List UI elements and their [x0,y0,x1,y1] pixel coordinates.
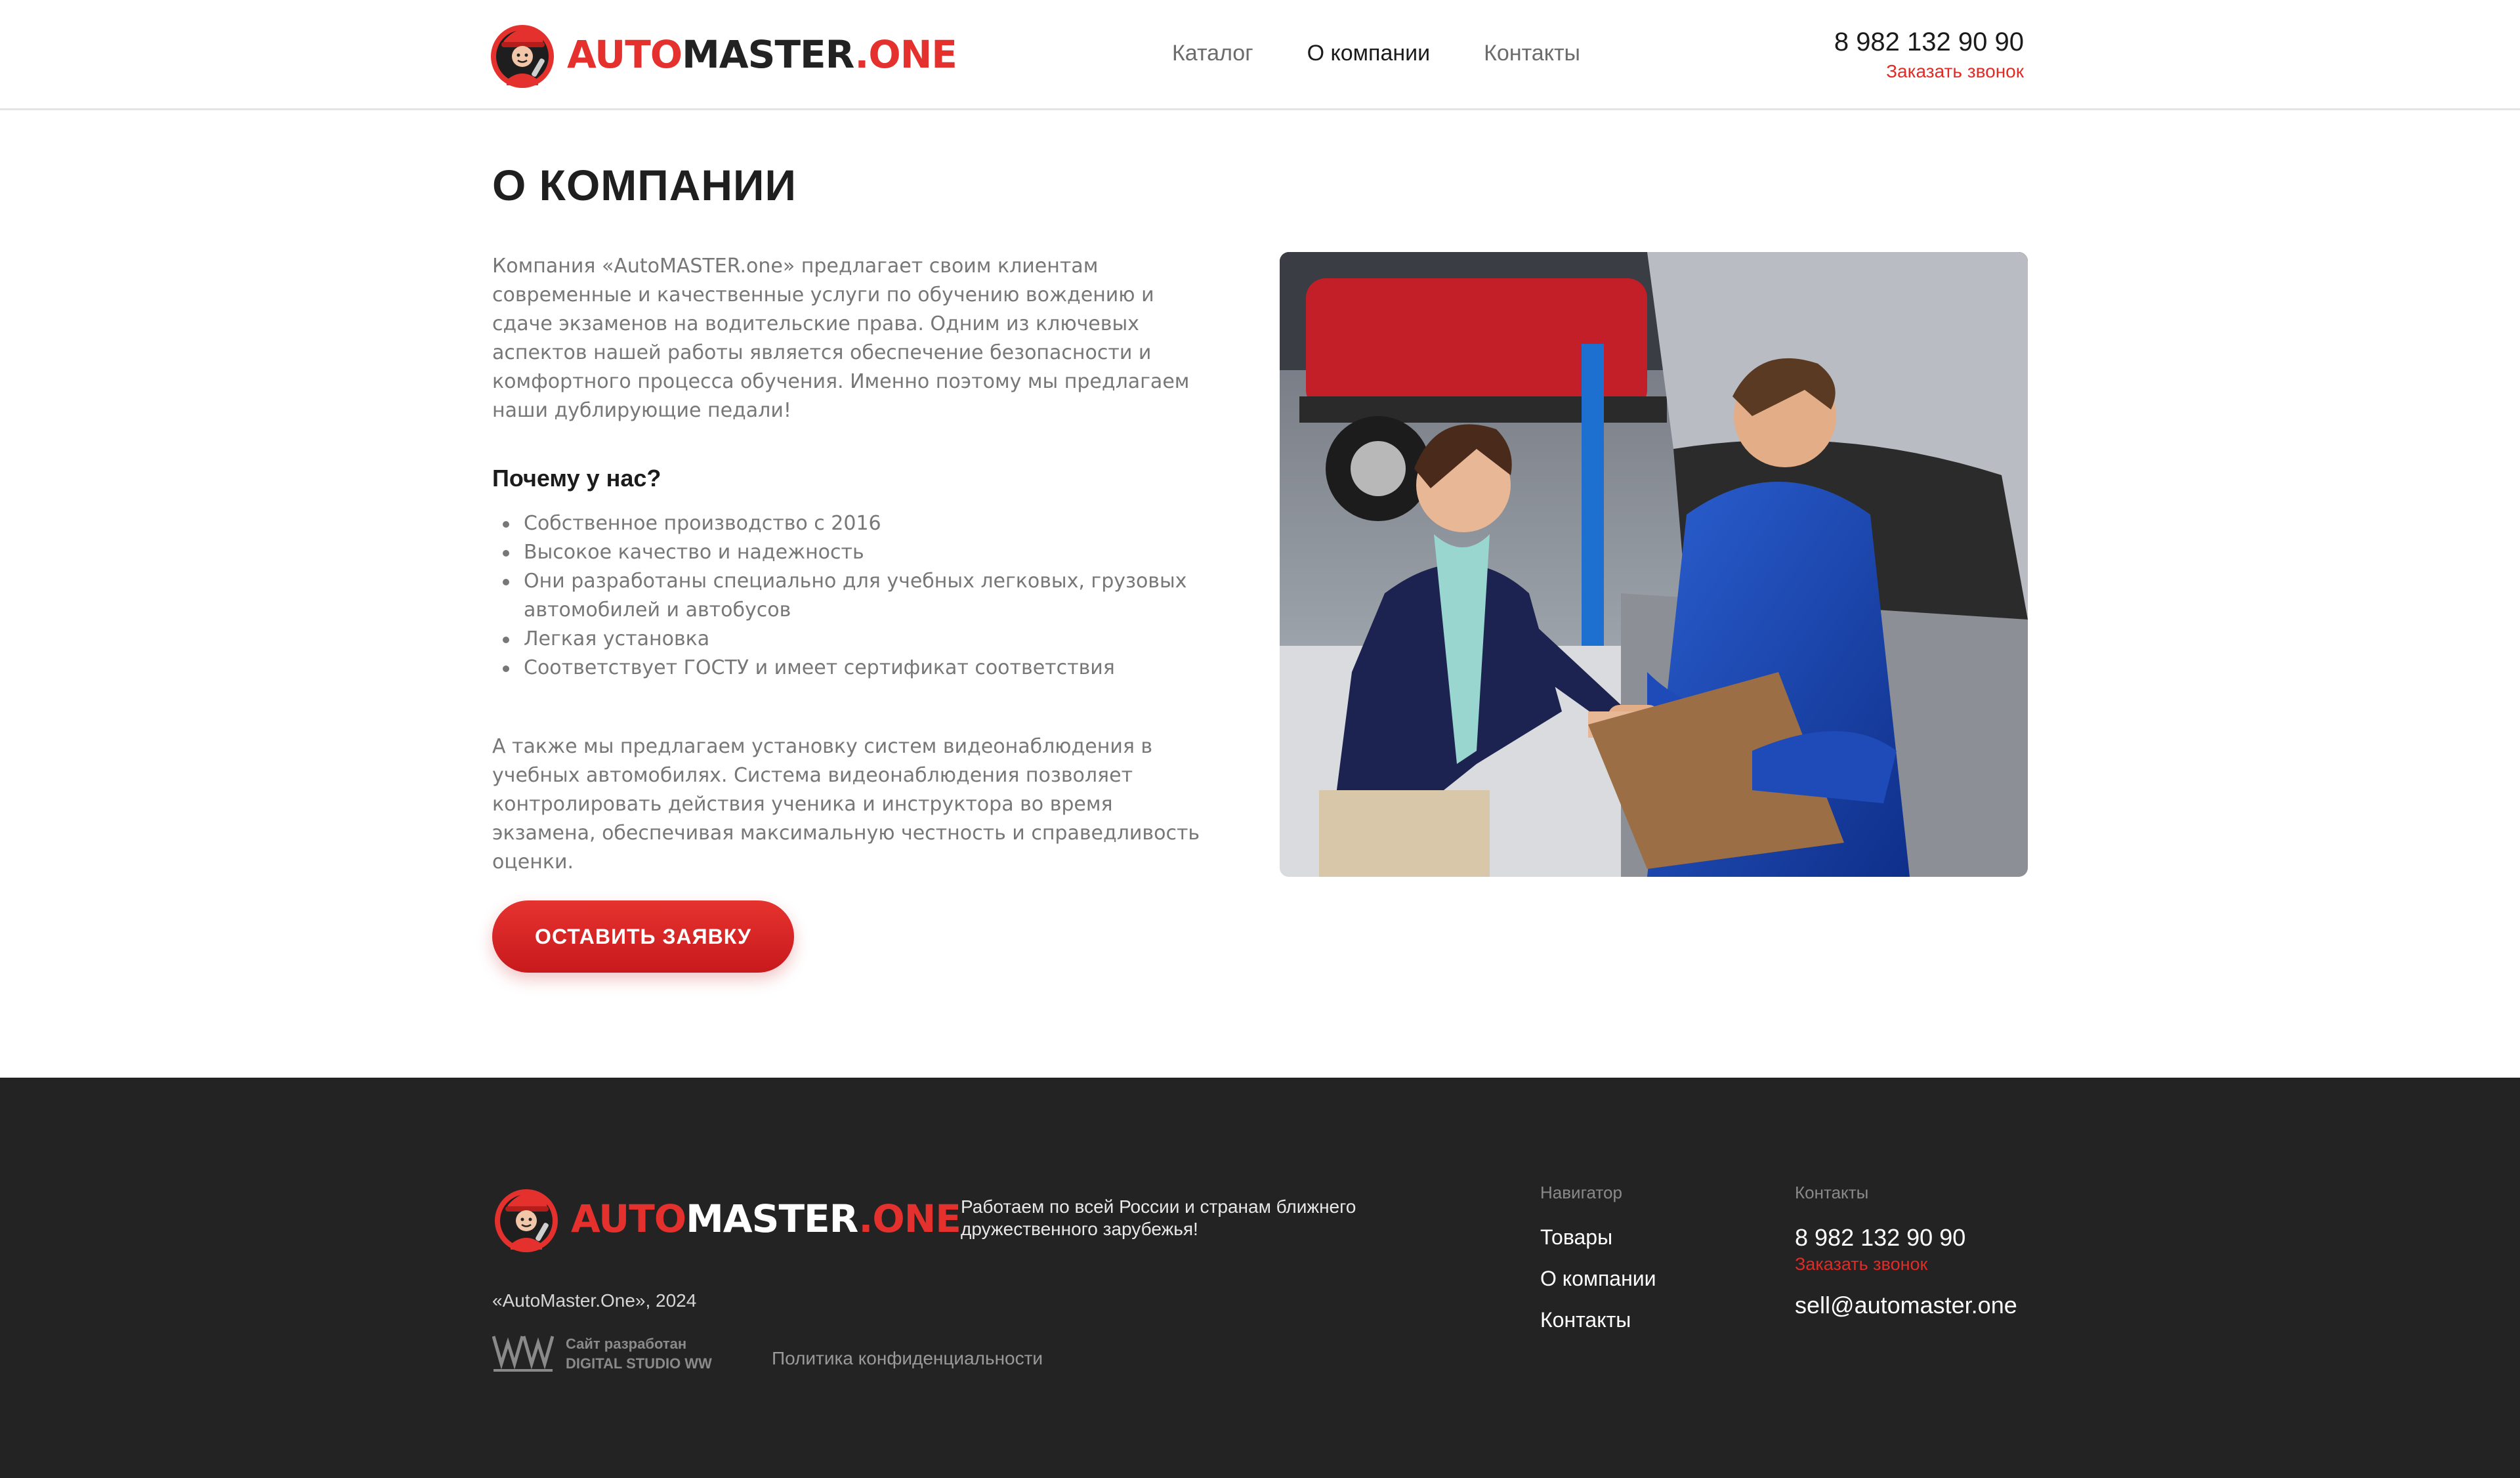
header-contacts: 8 982 132 90 90 Заказать звонок [1834,28,2024,82]
list-item: Собственное производство с 2016 [492,509,1214,538]
site-header: AUTOMASTER.ONE Каталог О компании Контак… [0,0,2520,110]
nav-link-contacts[interactable]: Контакты [1484,41,1580,66]
copyright-text: «AutoMaster.One», 2024 [492,1290,697,1311]
list-item: Они разработаны специально для учебных л… [492,567,1214,625]
mechanic-mascot-icon [495,1189,558,1252]
footer-contacts: Контакты 8 982 132 90 90 Заказать звонок… [1795,1183,2017,1319]
footer-navigation: Навигатор Товары О компании Контакты [1540,1183,1656,1332]
footer-phone[interactable]: 8 982 132 90 90 [1795,1224,2017,1252]
why-us-list: Собственное производство с 2016 Высокое … [492,509,1214,683]
footer-nav-heading: Навигатор [1540,1183,1622,1202]
header-logo[interactable]: AUTOMASTER.ONE [488,17,957,92]
list-item: Соответствует ГОСТУ и имеет сертификат с… [492,654,1214,683]
list-item: Высокое качество и надежность [492,538,1214,567]
nav-link-catalog[interactable]: Каталог [1172,41,1253,66]
footer-link-about[interactable]: О компании [1540,1267,1656,1291]
page-title: О КОМПАНИИ [492,161,797,209]
nav-link-about[interactable]: О компании [1307,41,1431,66]
mechanic-mascot-icon [491,25,554,88]
header-phone[interactable]: 8 982 132 90 90 [1834,28,2024,57]
header-callback-link[interactable]: Заказать звонок [1834,61,2024,82]
why-us-heading: Почему у нас? [492,465,662,492]
footer-tagline: Работаем по всей России и странам ближне… [961,1196,1356,1239]
privacy-policy-link[interactable]: Политика конфиденциальности [772,1348,1043,1369]
digital-studio-ww-logo-icon [492,1336,554,1372]
developer-credit-link[interactable]: Сайт разработан DIGITAL STUDIO WW [492,1334,712,1374]
site-footer: AUTOMASTER.ONE Работаем по всей России и… [0,1078,2520,1478]
garage-scene-illustration [1280,252,2028,877]
footer-link-contacts[interactable]: Контакты [1540,1308,1656,1332]
logo-wordmark: AUTOMASTER.ONE [567,32,957,77]
footer-link-products[interactable]: Товары [1540,1225,1656,1250]
footer-email[interactable]: sell@automaster.one [1795,1292,2017,1319]
intro-paragraph: Компания «AutoMASTER.one» предлагает сво… [492,255,1190,422]
logo-wordmark: AUTOMASTER.ONE [571,1196,961,1241]
list-item: Легкая установка [492,625,1214,654]
footer-contacts-heading: Контакты [1795,1183,1869,1202]
video-surveillance-paragraph: А также мы предлагаем установку систем в… [492,735,1200,874]
submit-request-button[interactable]: ОСТАВИТЬ ЗАЯВКУ [492,900,794,973]
developer-credit-text: Сайт разработан DIGITAL STUDIO WW [566,1336,712,1372]
footer-callback-link[interactable]: Заказать звонок [1795,1254,2017,1275]
footer-logo[interactable]: AUTOMASTER.ONE [492,1181,961,1256]
mechanic-handshake-photo [1280,252,2028,877]
main-nav: Каталог О компании Контакты [1172,41,1634,66]
